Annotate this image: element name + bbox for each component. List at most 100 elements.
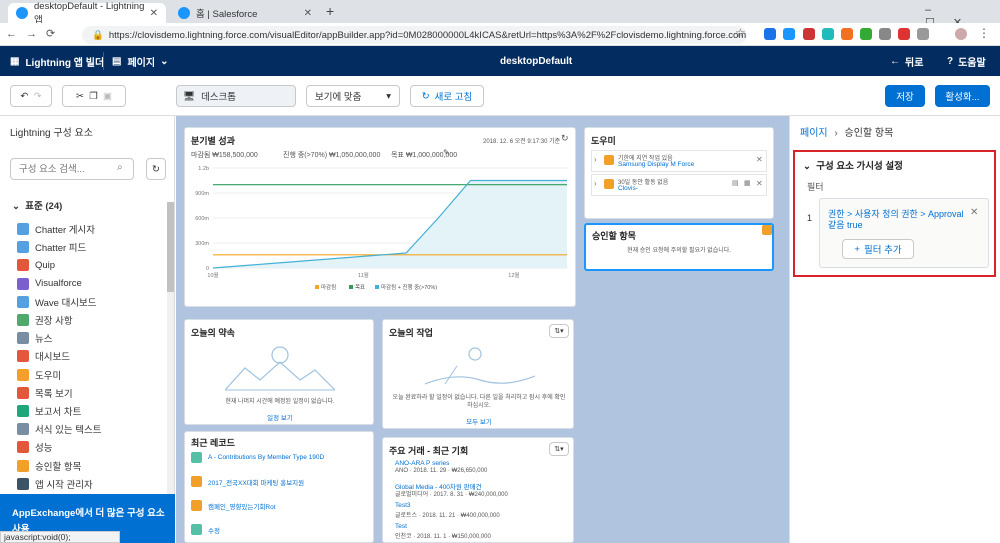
deal-name-link[interactable]: Test3 xyxy=(395,502,411,509)
copy-icon[interactable]: ❐ xyxy=(89,91,98,102)
nav-buttons[interactable]: ←→⟳ xyxy=(6,27,64,40)
star-icon[interactable]: ☆ xyxy=(735,26,746,40)
menu-icon[interactable]: ⋮ xyxy=(978,26,990,40)
close-icon[interactable]: ✕ xyxy=(970,207,978,218)
item-link[interactable]: Samsung Display M Force xyxy=(618,161,694,168)
task-icon[interactable]: ▤ xyxy=(732,179,739,187)
close-icon[interactable]: ✕ xyxy=(756,179,763,188)
extension-icon[interactable] xyxy=(860,28,872,40)
assistant-card[interactable]: 도우미 › 기한에 지연 작업 있음 Samsung Display M For… xyxy=(584,127,774,219)
page-menu[interactable]: ▤ 페이지 ⌄ xyxy=(112,46,168,76)
key-deals-card[interactable]: 주요 거래 - 최근 기회 ⇅▾ ANO-ARA P series ANO · 2… xyxy=(382,437,574,543)
device-selector[interactable]: 🖥 데스크톱 xyxy=(176,85,296,107)
deal-name-link[interactable]: Test xyxy=(395,523,407,530)
cut-icon[interactable]: ✂ xyxy=(76,91,84,102)
tasks-card[interactable]: 오늘의 작업 ⇅▾ 오늘 완료하라 할 일정이 없습니다. 다른 일을 처리하고… xyxy=(382,319,574,429)
extension-icon[interactable] xyxy=(898,28,910,40)
component-label: 서식 있는 텍스트 xyxy=(35,425,102,437)
extension-icon[interactable] xyxy=(803,28,815,40)
record-link[interactable]: A - Contributions By Member Type 190D xyxy=(208,454,324,461)
component-item[interactable]: 서식 있는 텍스트 xyxy=(17,420,101,438)
standard-section[interactable]: ⌄ 표준 (24) xyxy=(12,198,62,212)
scrollbar-thumb[interactable] xyxy=(167,202,174,292)
save-button[interactable]: 저장 xyxy=(885,85,925,107)
close-tab-icon[interactable]: ✕ xyxy=(150,8,158,19)
component-item[interactable]: 승인할 항목 xyxy=(17,457,81,475)
component-item[interactable]: 대시보드 xyxy=(17,347,70,365)
component-item[interactable]: 앱 시작 관리자 xyxy=(17,475,93,493)
add-filter-button[interactable]: + 필터 추가 xyxy=(842,239,914,259)
component-item[interactable]: Visualforce xyxy=(17,275,82,293)
component-search[interactable]: ⌕ xyxy=(10,158,134,180)
recent-record-item[interactable]: 수정 xyxy=(191,524,220,535)
view-all-link[interactable]: 모두 보기 xyxy=(383,416,573,426)
section-header[interactable]: ⌄ 구성 요소 가시성 설정 xyxy=(803,158,903,172)
task-filter-dropdown[interactable]: ⇅▾ xyxy=(549,324,569,338)
component-item[interactable]: 보고서 차트 xyxy=(17,402,81,420)
approvals-card[interactable]: 승인할 항목 현재 승인 요청에 주의할 필요가 없습니다. xyxy=(584,223,774,271)
avatar[interactable] xyxy=(955,28,967,40)
deals-filter-dropdown[interactable]: ⇅▾ xyxy=(549,442,569,456)
refresh-icon[interactable]: ↻ xyxy=(146,158,166,180)
record-link[interactable]: 캠페인_영향있는기회Rot xyxy=(208,501,276,511)
component-item[interactable]: 권장 사항 xyxy=(17,311,73,329)
chevron-right-icon[interactable]: › xyxy=(594,155,597,164)
filter-label: 필터 xyxy=(807,182,824,192)
event-icon[interactable]: ▦ xyxy=(744,179,751,187)
chevron-down-icon: ⌄ xyxy=(12,201,20,212)
extension-icon[interactable] xyxy=(879,28,891,40)
refresh-icon[interactable]: ↻ xyxy=(561,133,569,144)
recent-records-card[interactable]: 최근 레코드 A - Contributions By Member Type … xyxy=(184,431,374,543)
events-card[interactable]: 오늘의 약속 현재 나머지 시간에 예정된 일정이 없습니다. 일정 보기 xyxy=(184,319,374,425)
extension-icon[interactable] xyxy=(764,28,776,40)
undo-redo-group[interactable]: ↶ ↷ xyxy=(10,85,52,107)
refresh-button[interactable]: ↻ 새로 고침 xyxy=(410,85,484,107)
deal-name-link[interactable]: ANO-ARA P series xyxy=(395,460,449,467)
filter-rule-link[interactable]: 권한 > 사용자 정의 권한 > Approval 같음 true xyxy=(828,209,968,231)
fit-select[interactable]: 보기에 맞춤 ▾ xyxy=(306,85,400,107)
assistant-item[interactable]: › 30일 동안 활동 없음 Clovis- ▤ ▦ ✕ xyxy=(591,174,767,196)
recent-record-item[interactable]: A - Contributions By Member Type 190D xyxy=(191,452,324,463)
component-item[interactable]: 뉴스 xyxy=(17,329,52,347)
extension-icon[interactable] xyxy=(917,28,929,40)
back-button[interactable]: ← 뒤로 xyxy=(890,46,923,76)
component-item[interactable]: 도우미 xyxy=(17,366,61,384)
chevron-right-icon[interactable]: › xyxy=(594,179,597,188)
item-link[interactable]: Clovis- xyxy=(618,185,638,192)
url-bar[interactable]: 🔒 https://clovisdemo.lightning.force.com… xyxy=(82,26,747,44)
browser-tab[interactable]: 홈 | Salesforce ✕ xyxy=(170,3,320,23)
new-tab-button[interactable]: + xyxy=(326,3,334,19)
scrollbar[interactable] xyxy=(167,202,174,532)
performance-card[interactable]: 분기별 성과 2018. 12. 6 오전 9:17:30 기준 ↻ 마감됨 ₩… xyxy=(184,127,576,307)
recent-record-item[interactable]: 캠페인_영향있는기회Rot xyxy=(191,500,276,511)
close-icon[interactable]: ✕ xyxy=(756,155,763,164)
component-item[interactable]: Chatter 게시자 xyxy=(17,220,95,238)
edit-pencil-icon[interactable]: ✎ xyxy=(443,148,450,157)
record-link[interactable]: 수정 xyxy=(208,525,220,535)
breadcrumb-page-link[interactable]: 페이지 xyxy=(800,128,828,139)
assistant-item[interactable]: › 기한에 지연 작업 있음 Samsung Display M Force ✕ xyxy=(591,150,767,172)
component-item[interactable]: 성능 xyxy=(17,438,52,456)
redo-icon[interactable]: ↷ xyxy=(34,91,42,102)
paste-icon[interactable]: ▣ xyxy=(103,91,112,102)
recent-record-item[interactable]: 2017_전국XX대회 마케팅 홍보지원 xyxy=(191,476,304,487)
close-tab-icon[interactable]: ✕ xyxy=(304,8,312,19)
view-calendar-link[interactable]: 일정 보기 xyxy=(185,412,373,422)
extension-icon[interactable] xyxy=(783,28,795,40)
browser-tab-active[interactable]: desktopDefault - Lightning 앱 ✕ xyxy=(8,1,166,26)
record-link[interactable]: 2017_전국XX대회 마케팅 홍보지원 xyxy=(208,477,304,487)
timestamp: 2018. 12. 6 오전 9:17:30 기준 xyxy=(483,139,561,145)
component-item[interactable]: 목록 보기 xyxy=(17,384,73,402)
activate-button[interactable]: 활성화... xyxy=(935,85,990,107)
component-item[interactable]: Chatter 피드 xyxy=(17,238,86,256)
clipboard-group[interactable]: ✂ ❐ ▣ xyxy=(62,85,126,107)
component-item[interactable]: Quip xyxy=(17,256,55,274)
extension-icon[interactable] xyxy=(822,28,834,40)
extension-icon[interactable] xyxy=(841,28,853,40)
component-icon xyxy=(17,459,29,472)
help-button[interactable]: ? 도움말 xyxy=(947,46,986,76)
undo-icon[interactable]: ↶ xyxy=(20,91,28,102)
search-input[interactable] xyxy=(11,159,111,179)
component-item[interactable]: Wave 대시보드 xyxy=(17,293,97,311)
component-icon xyxy=(17,405,29,417)
